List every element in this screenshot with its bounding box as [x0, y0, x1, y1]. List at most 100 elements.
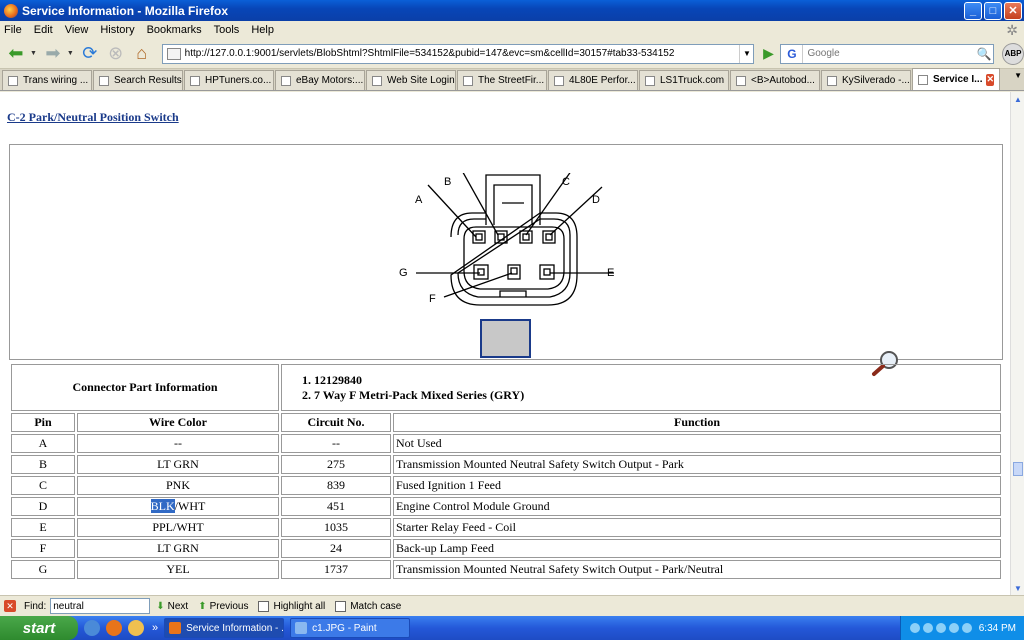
search-bar[interactable]: G 🔍 [780, 43, 995, 64]
find-bar: ✕ Find: ⬇Next ⬆Previous Highlight all Ma… [0, 595, 1024, 616]
adblock-plus-icon[interactable]: ABP [1002, 42, 1024, 65]
outlook-quicklaunch-icon[interactable] [128, 620, 144, 636]
address-bar[interactable]: http://127.0.0.1:9001/servlets/BlobShtml… [161, 43, 755, 64]
pin-cell: A [11, 434, 75, 453]
tab-search-results[interactable]: Search Results [93, 70, 183, 90]
tab-list-dropdown-icon[interactable]: ▼ [1014, 71, 1022, 80]
tab-label: Search Results [114, 75, 182, 86]
tab-label: Trans wiring ... [23, 75, 89, 86]
menu-history[interactable]: History [100, 24, 134, 36]
find-previous-button[interactable]: ⬆ Previous [198, 601, 248, 612]
find-next-button[interactable]: ⬇ Next [156, 601, 188, 612]
url-history-dropdown-icon[interactable]: ▼ [739, 44, 753, 63]
highlight-all-checkbox[interactable]: Highlight all [258, 600, 325, 612]
table-row: D BLK/WHT 451 Engine Control Module Grou… [11, 497, 1001, 516]
wire-color-cell: YEL [77, 560, 279, 579]
table-row: E PPL/WHT 1035 Starter Relay Feed - Coil [11, 518, 1001, 537]
diagram-pin-label-b: B [444, 176, 452, 188]
tab-ls1truck[interactable]: LS1Truck.com [639, 70, 729, 90]
find-input[interactable] [50, 598, 151, 614]
window-title-bar[interactable]: Service Information - Mozilla Firefox _ … [0, 0, 1024, 21]
function-cell: Transmission Mounted Neutral Safety Swit… [393, 455, 1001, 474]
wire-color-cell: PPL/WHT [77, 518, 279, 537]
search-input[interactable] [803, 45, 976, 62]
go-arrow-icon[interactable]: ▶ [758, 44, 778, 64]
menu-file[interactable]: File [4, 24, 22, 36]
tray-app-icon[interactable] [909, 623, 920, 633]
firefox-quicklaunch-icon[interactable] [106, 620, 122, 636]
close-find-bar-icon[interactable]: ✕ [4, 600, 16, 612]
up-arrow-icon: ⬆ [198, 600, 207, 612]
back-arrow-icon[interactable]: ⬅ [4, 42, 28, 66]
search-engine-google-icon[interactable]: G [781, 44, 804, 63]
circuit-cell: 839 [281, 476, 391, 495]
table-row: A -- -- Not Used [11, 434, 1001, 453]
taskbar-item-label: c1.JPG - Paint [312, 622, 377, 634]
connector-part-values: 12129840 7 Way F Metri-Pack Mixed Series… [281, 364, 1001, 411]
minimize-button[interactable]: _ [964, 1, 982, 20]
tray-network-icon[interactable] [961, 623, 972, 633]
tab-4l80e[interactable]: 4L80E Perfor... [548, 70, 638, 90]
reload-icon[interactable]: ⟳ [78, 42, 102, 66]
column-header-wire-color: Wire Color [77, 413, 279, 432]
autobody-icon [736, 75, 746, 86]
menu-view[interactable]: View [65, 24, 89, 36]
match-case-checkbox[interactable]: Match case [335, 600, 402, 612]
vertical-scrollbar[interactable]: ▲ ▼ [1010, 92, 1024, 595]
connector-part-number: 12129840 [314, 373, 998, 388]
home-icon[interactable]: ⌂ [130, 42, 154, 66]
page-icon [645, 75, 655, 86]
system-tray: 6:34 PM [900, 616, 1024, 640]
circuit-cell: -- [281, 434, 391, 453]
diagram-pin-label-d: D [592, 194, 600, 206]
tab-label: LS1Truck.com [660, 75, 725, 86]
url-text[interactable]: http://127.0.0.1:9001/servlets/BlobShtml… [185, 48, 740, 59]
tab-streetfire[interactable]: The StreetFir... [457, 70, 547, 90]
menu-tools[interactable]: Tools [214, 24, 240, 36]
tab-label: <B>Autobod... [751, 75, 815, 86]
forward-arrow-icon[interactable]: ➡ [41, 42, 65, 66]
taskbar-item-firefox[interactable]: Service Information - ... [164, 618, 285, 638]
menu-edit[interactable]: Edit [34, 24, 53, 36]
scroll-up-arrow-icon[interactable]: ▲ [1011, 92, 1024, 106]
tab-ebay-motors[interactable]: eBay Motors:... [275, 70, 365, 90]
wire-color-cell: PNK [77, 476, 279, 495]
stop-icon[interactable]: ⊗ [104, 42, 128, 66]
scroll-down-arrow-icon[interactable]: ▼ [1011, 581, 1024, 595]
find-highlighted-text: BLK [150, 499, 175, 513]
back-history-dropdown-icon[interactable]: ▼ [30, 50, 37, 57]
table-row: G YEL 1737 Transmission Mounted Neutral … [11, 560, 1001, 579]
table-row: F LT GRN 24 Back-up Lamp Feed [11, 539, 1001, 558]
zoom-magnifier-button[interactable] [480, 319, 898, 376]
tray-app-icon[interactable] [922, 623, 933, 633]
streetfire-icon [463, 75, 473, 86]
search-magnifier-icon[interactable]: 🔍 [975, 47, 993, 61]
close-window-button[interactable]: ✕ [1004, 1, 1022, 20]
menu-bookmarks[interactable]: Bookmarks [147, 24, 202, 36]
tab-trans-wiring[interactable]: Trans wiring ... [2, 70, 92, 90]
tab-kysilverado[interactable]: KySilverado -... [821, 70, 911, 90]
tab-autobody[interactable]: <B>Autobod... [730, 70, 820, 90]
circuit-cell: 24 [281, 539, 391, 558]
tab-label: HPTuners.co... [205, 75, 272, 86]
maximize-button[interactable]: □ [984, 1, 1002, 20]
match-case-label: Match case [350, 600, 402, 612]
clock[interactable]: 6:34 PM [979, 623, 1016, 634]
tab-web-site-login[interactable]: Web Site Login [366, 70, 456, 90]
connector-part-row: Connector Part Information 12129840 7 Wa… [11, 364, 1001, 411]
quicklaunch-overflow-icon[interactable]: » [152, 622, 158, 634]
menu-help[interactable]: Help [251, 24, 274, 36]
show-desktop-icon[interactable] [84, 620, 100, 636]
hptuners-icon [190, 75, 200, 86]
taskbar-item-paint[interactable]: c1.JPG - Paint [290, 618, 411, 638]
close-tab-icon[interactable]: ✕ [986, 73, 995, 86]
start-button[interactable]: start [0, 616, 78, 640]
forward-history-dropdown-icon[interactable]: ▼ [67, 50, 74, 57]
pin-cell: D [11, 497, 75, 516]
tab-hptuners[interactable]: HPTuners.co... [184, 70, 274, 90]
tab-service-information[interactable]: Service I... ✕ [912, 68, 1000, 90]
page-heading-link[interactable]: C-2 Park/Neutral Position Switch [7, 110, 179, 125]
tray-app-icon[interactable] [948, 623, 959, 633]
scrollbar-thumb[interactable] [1013, 462, 1023, 476]
tray-app-icon[interactable] [935, 623, 946, 633]
